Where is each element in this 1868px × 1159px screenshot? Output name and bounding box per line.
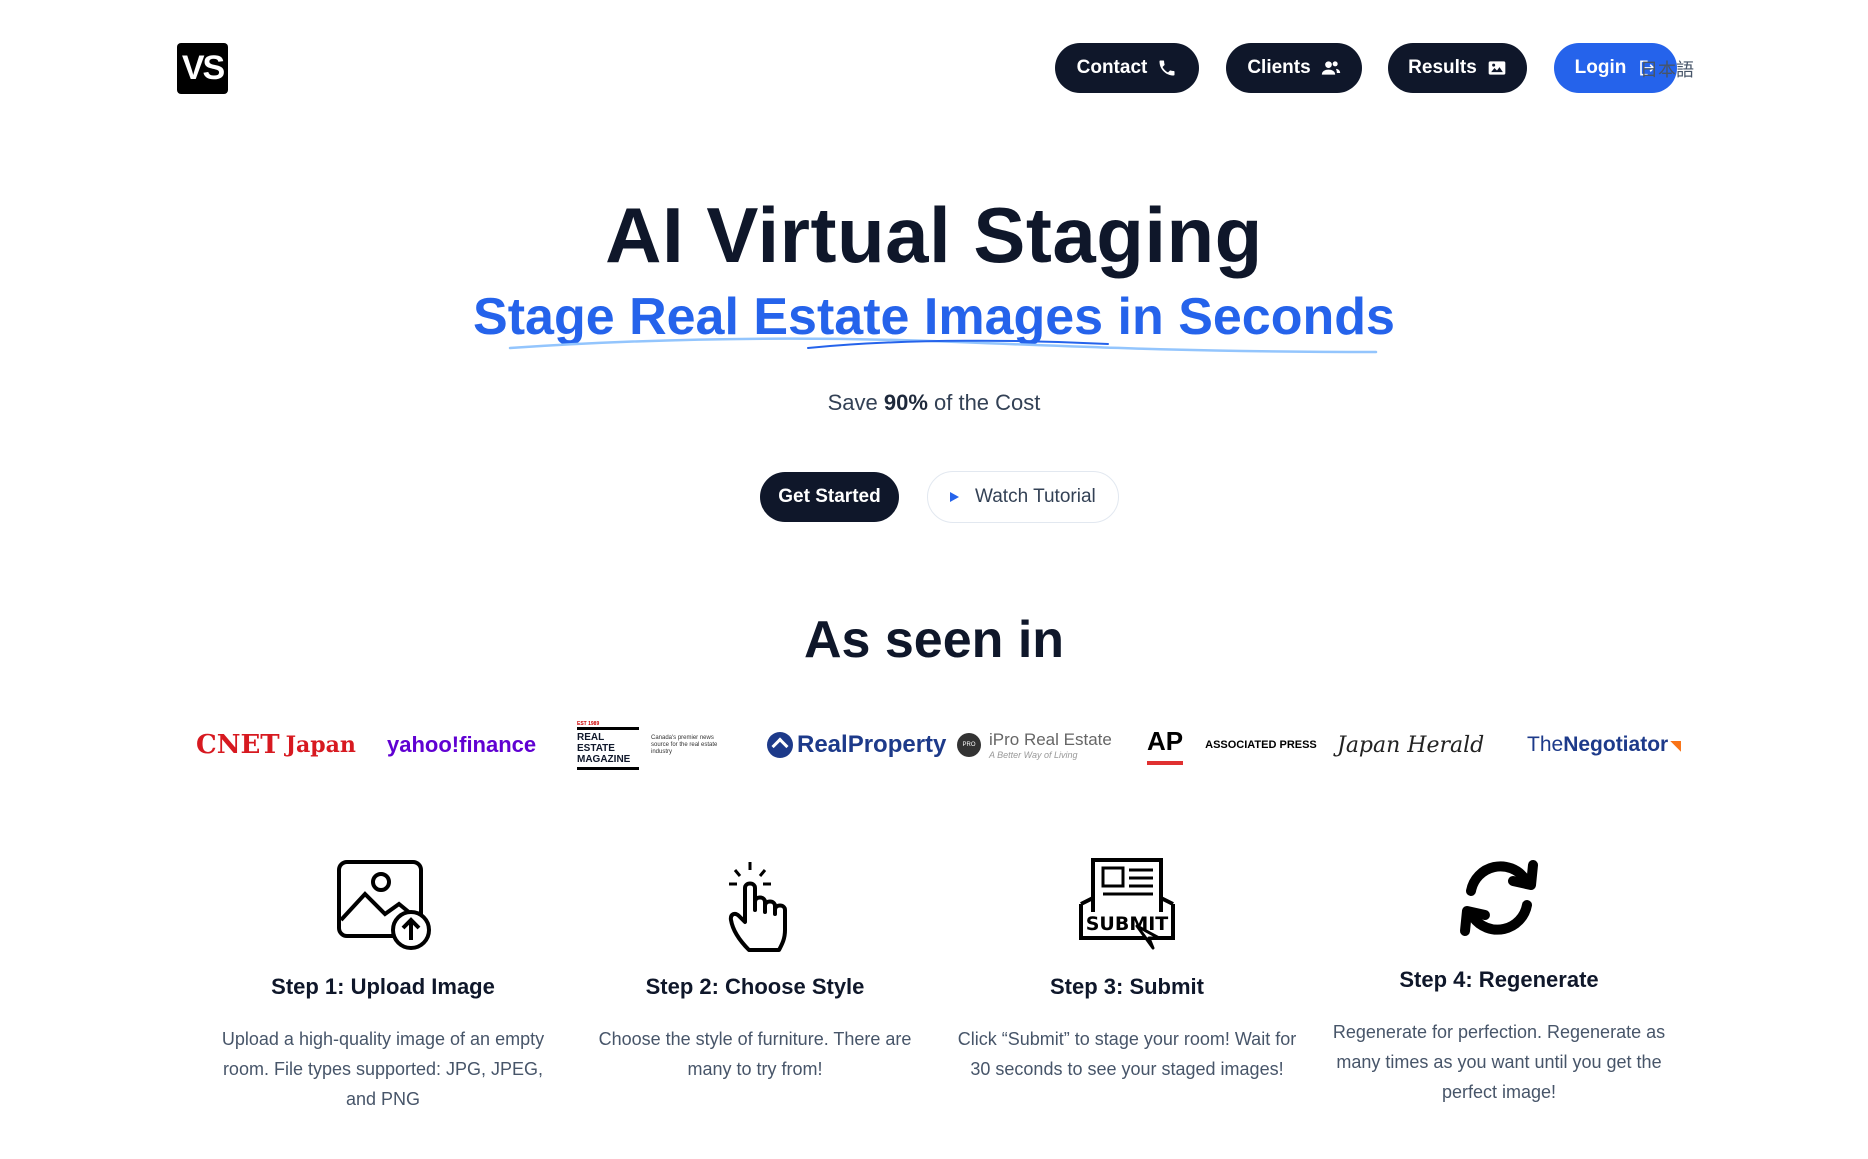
- the-negotiator-logo[interactable]: The Negotiator ◥: [1527, 720, 1681, 770]
- regenerate-icon: [1460, 860, 1538, 936]
- savings-suffix: of the Cost: [927, 390, 1041, 415]
- submit-icon: SUBMIT: [1079, 858, 1175, 950]
- ipro-wordmark: iPro Real Estate A Better Way of Living: [989, 730, 1112, 760]
- yahoo-text: yahoo!finance: [387, 732, 537, 757]
- step-choose-style: Step 2: Choose Style Choose the style of…: [585, 858, 925, 1084]
- cnet-text: CNET: [196, 730, 280, 760]
- japan-herald-text: Japan Herald: [1337, 732, 1485, 758]
- subtitle-underline: [508, 337, 1378, 354]
- pointer-hand-icon: [728, 862, 787, 952]
- phone-icon: [1159, 60, 1175, 76]
- play-icon: [950, 492, 959, 502]
- rss-icon: ◥: [1670, 736, 1681, 753]
- realproperty-logo[interactable]: RealProperty: [767, 720, 946, 770]
- get-started-button[interactable]: Get Started: [760, 472, 899, 522]
- ap-text: AP: [1147, 726, 1184, 765]
- rem-text: REAL ESTATE MAGAZINE: [577, 726, 639, 770]
- step-2-title: Step 2: Choose Style: [645, 974, 865, 999]
- results-label: Results: [1408, 57, 1477, 78]
- watch-tutorial-button[interactable]: Watch Tutorial: [927, 471, 1119, 523]
- clients-button[interactable]: Clients: [1226, 43, 1362, 93]
- step-4-text: Regenerate for perfection. Regenerate as…: [1332, 1022, 1666, 1102]
- contact-button[interactable]: Contact: [1055, 43, 1199, 93]
- ipro-real-estate-logo[interactable]: PRO iPro Real Estate A Better Way of Liv…: [957, 720, 1112, 770]
- hero-title: AI Virtual Staging: [605, 191, 1263, 279]
- top-nav: Contact Clients Results Login: [0, 43, 1868, 95]
- rem-wordmark: EST 1989 REAL ESTATE MAGAZINE: [577, 721, 639, 770]
- contact-label: Contact: [1076, 57, 1148, 78]
- ipro-text: iPro Real Estate: [989, 730, 1112, 749]
- ipro-tagline: A Better Way of Living: [989, 750, 1078, 760]
- step-regenerate: Step 4: Regenerate Regenerate for perfec…: [1329, 851, 1669, 1107]
- clients-label: Clients: [1247, 57, 1311, 78]
- ap-suffix: ASSOCIATED PRESS: [1205, 739, 1317, 751]
- cnet-japan-logo[interactable]: CNET Japan: [196, 720, 356, 770]
- yahoo-finance-logo[interactable]: yahoo!finance: [387, 720, 536, 770]
- step-1-title: Step 1: Upload Image: [271, 974, 495, 999]
- realproperty-text: RealProperty: [797, 731, 947, 758]
- language-switch[interactable]: 日本語: [1640, 56, 1694, 82]
- page: VS Contact Clients Results Login 日本語 AI …: [0, 0, 1868, 1159]
- savings-value: 90%: [883, 390, 928, 415]
- negotiator-prefix: The: [1527, 733, 1564, 756]
- step-submit: SUBMIT Step 3: Submit Click “Submit” to …: [957, 858, 1297, 1084]
- savings-prefix: Save: [827, 390, 884, 415]
- step-3-text: Click “Submit” to stage your room! Wait …: [957, 1029, 1297, 1079]
- negotiator-text: Negotiator: [1563, 733, 1669, 756]
- submit-icon-text: SUBMIT: [1086, 913, 1169, 935]
- associated-press-logo[interactable]: AP ASSOCIATED PRESS: [1147, 720, 1317, 770]
- step-1-text: Upload a high-quality image of an empty …: [221, 1029, 545, 1109]
- japan-herald-logo[interactable]: Japan Herald: [1337, 720, 1484, 770]
- upload-image-icon: [337, 860, 431, 950]
- realproperty-icon: [767, 732, 793, 758]
- watch-tutorial-label: Watch Tutorial: [975, 486, 1096, 507]
- results-button[interactable]: Results: [1388, 43, 1527, 93]
- step-4-title: Step 4: Regenerate: [1399, 967, 1599, 992]
- image-icon: [1488, 61, 1506, 75]
- ipro-badge: PRO: [957, 733, 981, 757]
- users-icon: [1321, 61, 1340, 75]
- press-heading: As seen in: [803, 611, 1065, 669]
- step-upload: Step 1: Upload Image Upload a high-quali…: [213, 858, 553, 1114]
- savings-text: Save 90% of the Cost: [0, 390, 1868, 416]
- rem-tagline: Canada's premier news source for the rea…: [651, 734, 718, 755]
- step-3-title: Step 3: Submit: [1049, 974, 1204, 999]
- real-estate-magazine-logo[interactable]: EST 1989 REAL ESTATE MAGAZINE Canada's p…: [577, 720, 729, 770]
- login-label: Login: [1574, 57, 1627, 78]
- step-2-text: Choose the style of furniture. There are…: [598, 1029, 912, 1079]
- cnet-suffix: Japan: [285, 732, 356, 758]
